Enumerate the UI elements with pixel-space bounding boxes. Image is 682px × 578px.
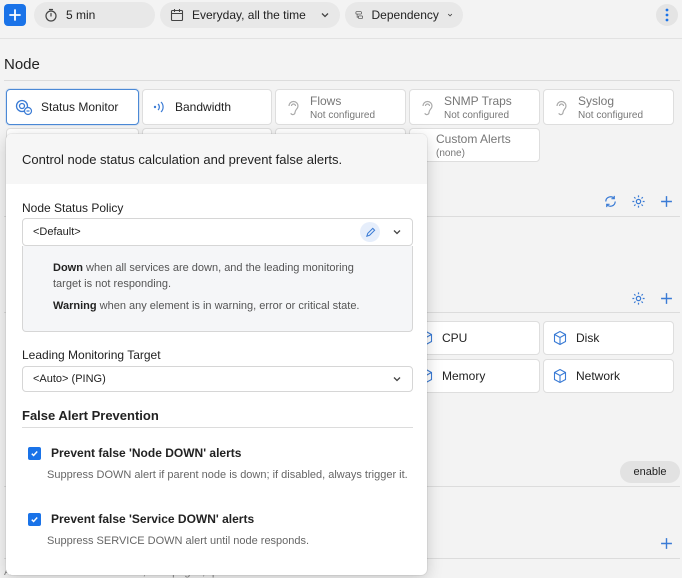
service-down-checkbox[interactable]: [28, 512, 41, 526]
ear-icon: [556, 100, 567, 116]
card-label: Bandwidth: [175, 100, 232, 114]
node-down-description: Suppress DOWN alert if parent node is do…: [47, 469, 408, 481]
add-resource-button[interactable]: [657, 289, 675, 307]
add-sensor-button[interactable]: [657, 534, 675, 552]
gear-icon: [631, 194, 645, 208]
node-down-label: Prevent false 'Node DOWN' alerts: [51, 446, 242, 460]
ear-icon: [422, 100, 433, 116]
popover-divider: [22, 427, 413, 428]
card-memory[interactable]: Memory: [409, 359, 540, 393]
dependency-selector[interactable]: Dependency: [345, 2, 463, 28]
policy-label: Node Status Policy: [22, 201, 124, 215]
leading-target-select[interactable]: <Auto> (PING): [22, 366, 413, 392]
refresh-button[interactable]: [601, 192, 619, 210]
node-down-checkbox[interactable]: [28, 446, 41, 460]
card-label: Flows: [310, 93, 342, 108]
false-alert-title: False Alert Prevention: [22, 408, 159, 423]
card-label: Custom Alerts: [436, 131, 511, 146]
check-icon: [31, 516, 38, 523]
refresh-icon: [604, 195, 616, 207]
policy-description: Down when all services are down, and the…: [22, 246, 413, 332]
cube-icon: [553, 330, 567, 346]
status-monitor-icon: [15, 99, 33, 116]
down-text-cont: target is not responding.: [53, 278, 172, 290]
dependency-label: Dependency: [371, 8, 439, 22]
leading-target-value: <Auto> (PING): [33, 373, 106, 385]
interval-label: 5 min: [66, 8, 96, 22]
gear-icon: [631, 291, 645, 305]
warning-text: when any element is in warning, error or…: [99, 300, 360, 312]
plus-icon: [9, 9, 21, 21]
popover-heading: Control node status calculation and prev…: [6, 134, 427, 184]
check-icon: [31, 450, 38, 457]
card-snmp-traps[interactable]: SNMP Traps Not configured: [409, 89, 540, 125]
card-label: CPU: [442, 331, 468, 345]
policy-value: <Default>: [33, 226, 81, 238]
policy-select[interactable]: <Default>: [22, 218, 413, 246]
card-disk[interactable]: Disk: [543, 321, 674, 355]
down-term: Down: [53, 262, 83, 274]
section-title-node: Node: [4, 56, 40, 73]
plus-icon: [660, 537, 672, 549]
section-divider: [4, 80, 680, 81]
add-button[interactable]: [4, 4, 26, 26]
interval-selector[interactable]: 5 min: [34, 2, 155, 28]
card-label: SNMP Traps: [444, 93, 512, 108]
cube-icon: [553, 368, 567, 384]
chevron-down-icon: [393, 230, 401, 235]
card-label: Memory: [442, 369, 486, 383]
ear-icon: [288, 100, 299, 116]
status-monitor-popover: Control node status calculation and prev…: [6, 134, 427, 575]
more-options-button[interactable]: [656, 4, 678, 26]
card-label: Disk: [576, 331, 600, 345]
warning-term: Warning: [53, 300, 97, 312]
card-network[interactable]: Network: [543, 359, 674, 393]
service-down-option[interactable]: Prevent false 'Service DOWN' alerts: [28, 512, 254, 526]
chevron-down-icon: [447, 13, 453, 17]
down-text: when all services are down, and the lead…: [86, 262, 354, 274]
enable-button[interactable]: enable: [620, 461, 680, 483]
add-service-button[interactable]: [657, 192, 675, 210]
card-status: Not configured: [578, 109, 644, 121]
kebab-icon: [665, 8, 669, 22]
pencil-icon: [365, 227, 375, 237]
leading-target-label: Leading Monitoring Target: [22, 348, 161, 362]
calendar-icon: [170, 9, 184, 22]
card-custom-alerts[interactable]: Custom Alerts (none): [409, 128, 540, 162]
node-down-option[interactable]: Prevent false 'Node DOWN' alerts: [28, 446, 241, 460]
card-status: Not configured: [444, 109, 510, 121]
bandwidth-icon: [153, 101, 164, 113]
service-down-label: Prevent false 'Service DOWN' alerts: [51, 512, 255, 526]
card-label: Network: [576, 369, 621, 383]
schedule-selector[interactable]: Everyday, all the time: [160, 2, 340, 28]
card-flows[interactable]: Flows Not configured: [275, 89, 406, 125]
service-down-description: Suppress SERVICE DOWN alert until node r…: [47, 535, 310, 547]
chevron-down-icon: [393, 377, 401, 382]
card-bandwidth[interactable]: Bandwidth: [142, 89, 272, 125]
card-syslog[interactable]: Syslog Not configured: [543, 89, 674, 125]
card-cpu[interactable]: CPU: [409, 321, 540, 355]
plus-icon: [660, 292, 672, 304]
schedule-label: Everyday, all the time: [192, 8, 306, 22]
card-status: Not configured: [310, 109, 376, 121]
edit-policy-button[interactable]: [360, 222, 380, 242]
card-status: (none): [436, 147, 465, 159]
card-label: Syslog: [578, 93, 615, 108]
card-label: Status Monitor: [41, 100, 119, 114]
settings-button[interactable]: [629, 192, 647, 210]
stopwatch-icon: [45, 8, 57, 22]
plus-icon: [660, 195, 672, 207]
card-status-monitor[interactable]: Status Monitor: [6, 89, 139, 125]
chevron-down-icon: [321, 13, 329, 18]
dependency-icon: [355, 11, 363, 19]
toolbar-divider: [0, 38, 682, 39]
settings-button[interactable]: [629, 289, 647, 307]
